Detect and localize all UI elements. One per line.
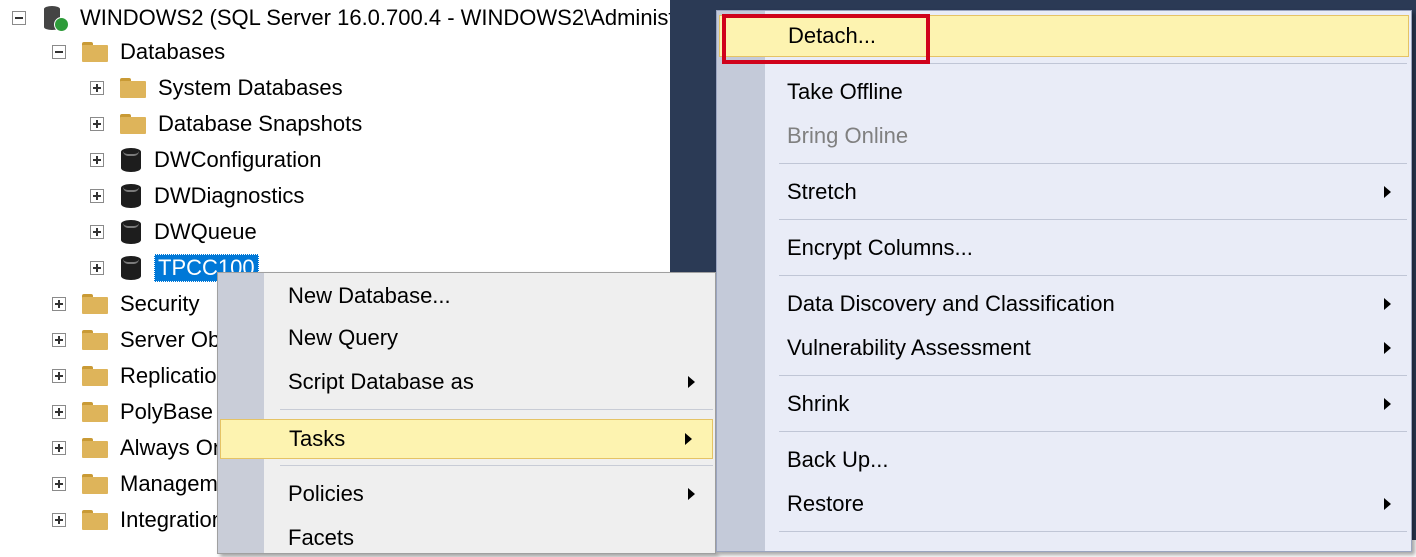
menu-item-facets[interactable]: Facets (218, 519, 715, 557)
tree-node-database-snapshots[interactable]: Database Snapshots (90, 106, 362, 142)
tree-node-dwdiagnostics[interactable]: DWDiagnostics (90, 178, 304, 214)
tasks-submenu: Detach... Take Offline Bring Online Stre… (716, 10, 1412, 552)
collapse-icon[interactable] (12, 11, 26, 25)
menu-separator (280, 409, 713, 410)
database-icon (120, 147, 142, 173)
database-icon (120, 219, 142, 245)
polybase-label: PolyBase (120, 399, 213, 424)
tree-node-dwconfiguration[interactable]: DWConfiguration (90, 142, 322, 178)
submenu-arrow-icon (685, 433, 692, 445)
menu-item-back-up[interactable]: Back Up... (717, 441, 1411, 479)
expand-icon[interactable] (52, 369, 66, 383)
menu-item-label: Encrypt Columns... (787, 235, 973, 260)
folder-icon (82, 402, 108, 422)
database-label: DWDiagnostics (154, 183, 305, 208)
expand-icon[interactable] (90, 81, 104, 95)
databases-label: Databases (120, 39, 226, 64)
tree-node-dwqueue[interactable]: DWQueue (90, 214, 257, 250)
menu-item-bring-online: Bring Online (717, 117, 1411, 155)
database-label: DWQueue (154, 219, 257, 244)
security-label: Security (120, 291, 200, 316)
database-label: DWConfiguration (154, 147, 322, 172)
menu-item-label: New Query (288, 325, 399, 350)
folder-icon (82, 330, 108, 350)
menu-item-stretch[interactable]: Stretch (717, 173, 1411, 211)
expand-icon[interactable] (90, 225, 104, 239)
menu-separator (779, 219, 1407, 220)
expand-icon[interactable] (90, 189, 104, 203)
server-icon (42, 5, 69, 32)
database-context-menu: New Database... New Query Script Databas… (217, 272, 716, 554)
menu-item-shrink[interactable]: Shrink (717, 385, 1411, 423)
menu-item-tasks[interactable]: Tasks (220, 419, 713, 459)
tree-node-databases[interactable]: Databases (52, 34, 225, 70)
menu-separator (779, 531, 1407, 532)
menu-item-data-discovery[interactable]: Data Discovery and Classification (717, 285, 1411, 323)
database-snapshots-label: Database Snapshots (158, 111, 363, 136)
expand-icon[interactable] (52, 333, 66, 347)
menu-item-label: New Database... (288, 283, 451, 308)
folder-icon (82, 42, 108, 62)
submenu-arrow-icon (1384, 342, 1391, 354)
expand-icon[interactable] (52, 405, 66, 419)
expand-icon[interactable] (90, 261, 104, 275)
folder-icon (82, 366, 108, 386)
menu-item-label: Script Database as (288, 369, 474, 394)
tree-node-replication[interactable]: Replication (52, 358, 229, 394)
system-databases-label: System Databases (158, 75, 343, 100)
menu-item-label: Take Offline (787, 79, 903, 104)
expand-icon[interactable] (90, 117, 104, 131)
menu-item-take-offline[interactable]: Take Offline (717, 73, 1411, 111)
menu-item-vulnerability-assessment[interactable]: Vulnerability Assessment (717, 329, 1411, 367)
submenu-arrow-icon (1384, 298, 1391, 310)
submenu-arrow-icon (1384, 498, 1391, 510)
menu-item-new-database[interactable]: New Database... (218, 277, 715, 315)
menu-item-label: Data Discovery and Classification (787, 291, 1115, 316)
folder-icon (120, 114, 146, 134)
tree-node-security[interactable]: Security (52, 286, 199, 322)
menu-item-encrypt-columns[interactable]: Encrypt Columns... (717, 229, 1411, 267)
menu-separator (779, 275, 1407, 276)
folder-icon (82, 510, 108, 530)
menu-item-label: Stretch (787, 179, 857, 204)
menu-item-label: Bring Online (787, 123, 909, 148)
tree-node-polybase[interactable]: PolyBase (52, 394, 213, 430)
menu-item-label: Back Up... (787, 447, 889, 472)
server-label: WINDOWS2 (SQL Server 16.0.700.4 - WINDOW… (80, 5, 670, 30)
submenu-arrow-icon (1384, 186, 1391, 198)
folder-icon (82, 438, 108, 458)
expand-icon[interactable] (52, 513, 66, 527)
submenu-arrow-icon (1384, 398, 1391, 410)
menu-separator (280, 465, 713, 466)
menu-item-label: Tasks (289, 426, 346, 451)
annotation-highlight-box (722, 14, 930, 64)
submenu-arrow-icon (688, 376, 695, 388)
replication-label: Replication (120, 363, 229, 388)
menu-item-new-query[interactable]: New Query (218, 319, 715, 357)
folder-icon (120, 78, 146, 98)
collapse-icon[interactable] (52, 45, 66, 59)
menu-item-label: Shrink (787, 391, 850, 416)
menu-item-policies[interactable]: Policies (218, 475, 715, 513)
expand-icon[interactable] (52, 477, 66, 491)
folder-icon (82, 294, 108, 314)
submenu-arrow-icon (688, 488, 695, 500)
expand-icon[interactable] (52, 297, 66, 311)
folder-icon (82, 474, 108, 494)
database-icon (120, 255, 142, 281)
menu-item-restore[interactable]: Restore (717, 485, 1411, 523)
menu-item-script-database-as[interactable]: Script Database as (218, 363, 715, 401)
menu-item-label: Restore (787, 491, 865, 516)
tree-node-system-databases[interactable]: System Databases (90, 70, 343, 106)
menu-item-label: Vulnerability Assessment (787, 335, 1031, 360)
menu-separator (779, 431, 1407, 432)
expand-icon[interactable] (52, 441, 66, 455)
database-icon (120, 183, 142, 209)
menu-separator (779, 375, 1407, 376)
menu-item-label: Facets (288, 525, 355, 550)
menu-item-label: Policies (288, 481, 364, 506)
menu-separator (779, 163, 1407, 164)
tree-node-server[interactable]: WINDOWS2 (SQL Server 16.0.700.4 - WINDOW… (12, 0, 670, 36)
expand-icon[interactable] (90, 153, 104, 167)
